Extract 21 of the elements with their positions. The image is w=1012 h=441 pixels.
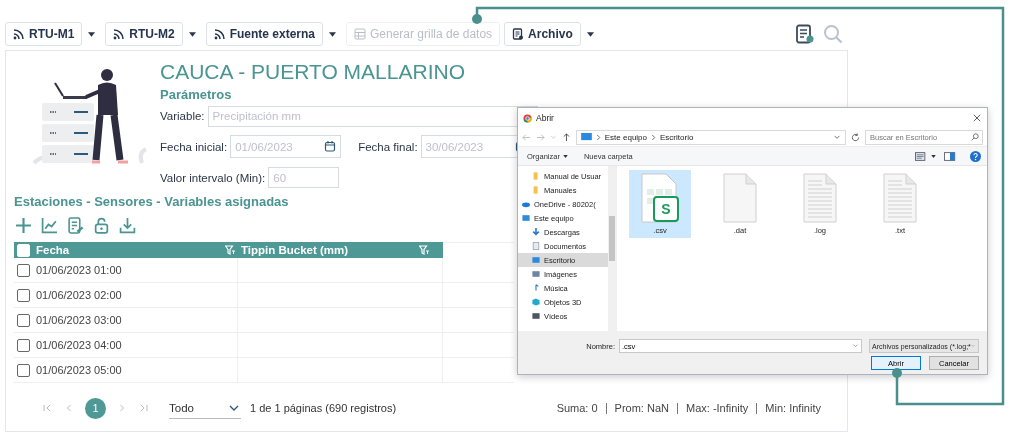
page-summary: 1 de 1 páginas (690 registros) <box>250 402 397 414</box>
dialog-title: Abrir <box>536 113 554 123</box>
table-cell: 01/06/2023 02:00 <box>36 289 122 301</box>
summary-stat: Max: -Infinity <box>677 402 757 414</box>
badge-letter: S <box>660 200 672 219</box>
station-title: CAUCA - PUERTO MALLARINO <box>160 60 466 84</box>
table-cell: 01/06/2023 04:00 <box>36 339 122 351</box>
summary-stat: Min: Infinity <box>756 402 829 414</box>
table-cell: 01/06/2023 03:00 <box>36 314 122 326</box>
summary-stat: Prom: NaN <box>605 402 677 414</box>
summary-stat: Suma: 0 <box>555 402 599 414</box>
section-title: Parámetros <box>160 87 233 103</box>
field-label: Fecha final: <box>358 140 418 153</box>
section-title: Estaciones - Sensores - Variables asignadas <box>14 194 289 210</box>
table-cell: 01/06/2023 01:00 <box>36 264 122 276</box>
table-cell: 01/06/2023 05:00 <box>36 364 122 376</box>
field-label: Variable: <box>160 110 205 122</box>
column-header: Fecha <box>36 244 70 256</box>
field-label: Fecha inicial: <box>160 140 228 153</box>
column-header: Tippin Bucket (mm) <box>241 244 349 256</box>
field-label: Valor intervalo (Min): <box>160 171 266 184</box>
